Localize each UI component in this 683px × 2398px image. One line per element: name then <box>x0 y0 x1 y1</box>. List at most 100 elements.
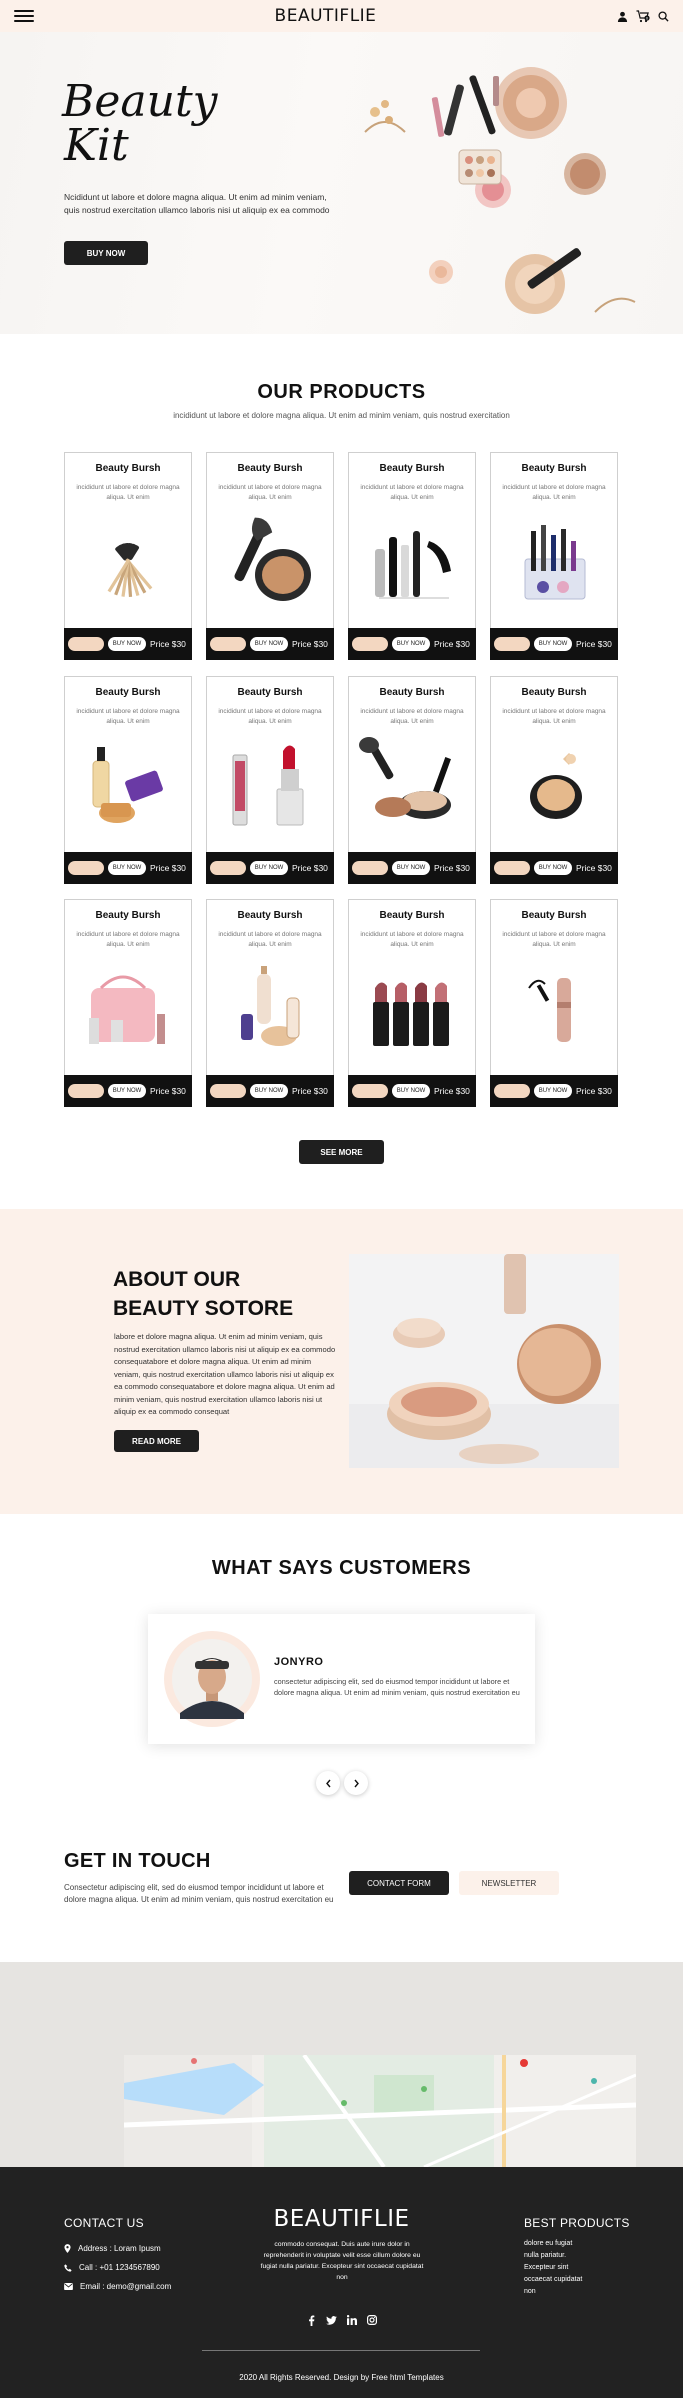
product-title: Beauty Bursh <box>95 910 161 921</box>
footer-email-text: Email : demo@gmail.com <box>80 2282 172 2291</box>
prev-testimonial-button[interactable] <box>316 1771 340 1795</box>
product-secondary-button[interactable] <box>68 1084 104 1098</box>
product-secondary-button[interactable] <box>494 1084 530 1098</box>
product-action-bar: BUY NOW Price $30 <box>206 852 334 884</box>
product-buy-now-button[interactable]: BUY NOW <box>534 861 572 875</box>
map-section <box>0 1962 683 2167</box>
footer-best-products-title: BEST PRODUCTS <box>524 2216 630 2230</box>
menu-icon[interactable] <box>14 10 34 22</box>
hero-script-line2: Kit <box>64 120 129 171</box>
site-logo[interactable]: BEAUTIFLIE <box>275 6 377 26</box>
product-card[interactable]: Beauty Bursh incididunt ut labore et dolo… <box>64 676 192 884</box>
search-icon[interactable] <box>658 10 669 22</box>
product-action-bar: BUY NOW Price $30 <box>490 1075 618 1107</box>
product-description: incididunt ut labore et dolore magna ali… <box>218 931 322 948</box>
product-buy-now-button[interactable]: BUY NOW <box>250 861 288 875</box>
next-testimonial-button[interactable] <box>344 1771 368 1795</box>
product-description: incididunt ut labore et dolore magna ali… <box>218 484 322 501</box>
best-product-link[interactable]: non <box>524 2286 582 2298</box>
mascara-set-image <box>375 531 451 599</box>
instagram-icon[interactable] <box>365 2313 379 2327</box>
twitter-icon[interactable] <box>325 2313 339 2327</box>
best-product-link[interactable]: occaecat cupidatat <box>524 2274 582 2286</box>
product-card[interactable]: Beauty Bursh incididunt ut labore et dolo… <box>348 899 476 1107</box>
product-secondary-button[interactable] <box>494 637 530 651</box>
product-secondary-button[interactable] <box>352 1084 388 1098</box>
best-product-link[interactable]: Excepteur sint <box>524 2262 582 2274</box>
product-title: Beauty Bursh <box>237 463 303 474</box>
lipstick-pair-image <box>232 745 304 826</box>
product-card[interactable]: Beauty Bursh incididunt ut labore et dolo… <box>206 676 334 884</box>
product-title: Beauty Bursh <box>237 910 303 921</box>
footer-email[interactable]: Email : demo@gmail.com <box>64 2277 171 2296</box>
product-card[interactable]: Beauty Bursh incididunt ut labore et dolo… <box>490 899 618 1107</box>
product-action-bar: BUY NOW Price $30 <box>206 1075 334 1107</box>
header-icons: 0 <box>617 9 669 23</box>
copyright-text: 2020 All Rights Reserved. Design by Free… <box>239 2373 444 2382</box>
product-title: Beauty Bursh <box>521 687 587 698</box>
contact-form-tab[interactable]: CONTACT FORM <box>349 1871 449 1895</box>
product-buy-now-button[interactable]: BUY NOW <box>392 1084 430 1098</box>
newsletter-tab[interactable]: NEWSLETTER <box>459 1871 559 1895</box>
product-buy-now-button[interactable]: BUY NOW <box>250 637 288 651</box>
product-buy-now-button[interactable]: BUY NOW <box>392 861 430 875</box>
product-secondary-button[interactable] <box>352 861 388 875</box>
hero-buy-now-button[interactable]: BUY NOW <box>64 241 148 265</box>
user-icon[interactable] <box>617 11 628 22</box>
products-title: OUR PRODUCTS <box>257 381 426 403</box>
product-secondary-button[interactable] <box>210 637 246 651</box>
product-card[interactable]: Beauty Bursh incididunt ut labore et dolo… <box>64 899 192 1107</box>
see-more-button[interactable]: SEE MORE <box>299 1140 384 1164</box>
about-title: ABOUT OUR BEAUTY SOTORE <box>113 1265 333 1323</box>
best-product-link[interactable]: nulla pariatur. <box>524 2250 582 2262</box>
footer-social-links <box>0 2313 683 2327</box>
product-card[interactable]: Beauty Bursh incididunt ut labore et dolo… <box>206 452 334 660</box>
linkedin-icon[interactable] <box>345 2313 359 2327</box>
envelope-icon <box>64 2283 73 2290</box>
product-card[interactable]: Beauty Bursh incididunt ut labore et dolo… <box>206 899 334 1107</box>
chevron-left-icon <box>325 1779 331 1787</box>
lipstick-collection-image <box>373 982 449 1046</box>
product-secondary-button[interactable] <box>68 861 104 875</box>
product-price: Price $30 <box>434 863 470 873</box>
product-card[interactable]: Beauty Bursh incididunt ut labore et dolo… <box>64 452 192 660</box>
get-in-touch-text: Consectetur adipiscing elit, sed do eius… <box>64 1883 334 1904</box>
about-title-line2: BEAUTY SOTORE <box>113 1297 294 1320</box>
product-action-bar: BUY NOW Price $30 <box>64 628 192 660</box>
product-price: Price $30 <box>292 1086 328 1096</box>
product-description: incididunt ut labore et dolore magna ali… <box>502 708 606 725</box>
product-buy-now-button[interactable]: BUY NOW <box>250 1084 288 1098</box>
product-card[interactable]: Beauty Bursh incididunt ut labore et dolo… <box>348 452 476 660</box>
product-title: Beauty Bursh <box>95 687 161 698</box>
product-card[interactable]: Beauty Bursh incididunt ut labore et dolo… <box>490 452 618 660</box>
product-buy-now-button[interactable]: BUY NOW <box>392 637 430 651</box>
about-section: ABOUT OUR BEAUTY SOTORE labore et dolore… <box>0 1209 683 1514</box>
map-embed[interactable] <box>124 2055 636 2167</box>
footer-address[interactable]: Address : Loram Ipusm <box>64 2239 171 2258</box>
product-card[interactable]: Beauty Bursh incididunt ut labore et dolo… <box>490 676 618 884</box>
product-card[interactable]: Beauty Bursh incididunt ut labore et dolo… <box>348 676 476 884</box>
product-secondary-button[interactable] <box>210 1084 246 1098</box>
product-secondary-button[interactable] <box>68 637 104 651</box>
product-action-bar: BUY NOW Price $30 <box>348 1075 476 1107</box>
read-more-button[interactable]: READ MORE <box>114 1430 199 1452</box>
product-buy-now-button[interactable]: BUY NOW <box>534 1084 572 1098</box>
product-description: incididunt ut labore et dolore magna ali… <box>76 484 180 501</box>
cart-icon[interactable]: 0 <box>636 9 650 23</box>
product-secondary-button[interactable] <box>352 637 388 651</box>
product-description: incididunt ut labore et dolore magna ali… <box>360 708 464 725</box>
product-action-bar: BUY NOW Price $30 <box>490 628 618 660</box>
product-buy-now-button[interactable]: BUY NOW <box>108 637 146 651</box>
facebook-icon[interactable] <box>305 2313 319 2327</box>
product-secondary-button[interactable] <box>494 861 530 875</box>
hero-text: Ncididunt ut labore et dolore magna aliq… <box>64 192 330 215</box>
product-action-bar: BUY NOW Price $30 <box>348 852 476 884</box>
product-buy-now-button[interactable]: BUY NOW <box>108 1084 146 1098</box>
product-buy-now-button[interactable]: BUY NOW <box>534 637 572 651</box>
product-secondary-button[interactable] <box>210 861 246 875</box>
footer-phone[interactable]: Call : +01 1234567890 <box>64 2258 171 2277</box>
organizer-image <box>524 525 586 600</box>
product-price: Price $30 <box>150 863 186 873</box>
best-product-link[interactable]: dolore eu fugiat <box>524 2238 582 2250</box>
product-buy-now-button[interactable]: BUY NOW <box>108 861 146 875</box>
